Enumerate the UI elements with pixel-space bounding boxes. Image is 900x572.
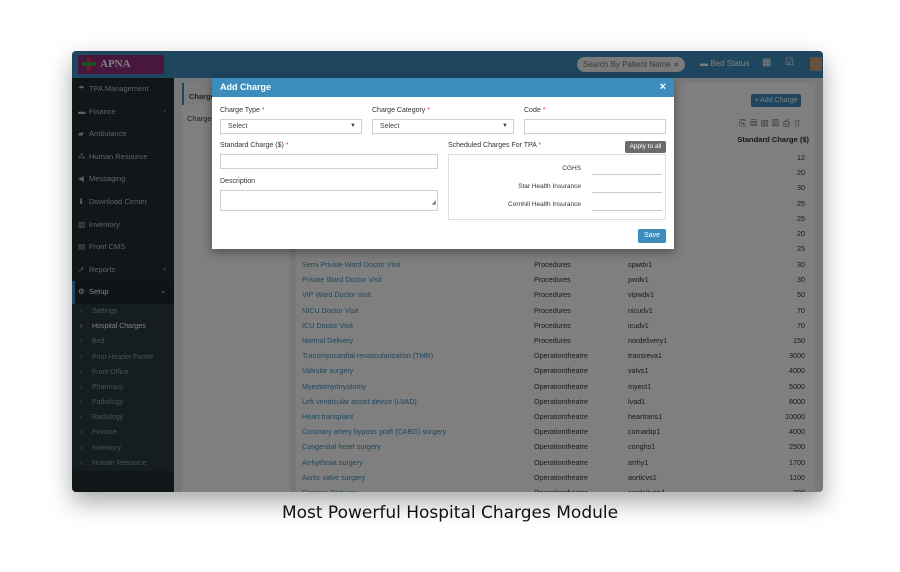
resize-handle-icon[interactable]: ◢ bbox=[431, 197, 436, 210]
standard-charge-label: Standard Charge ($) * bbox=[220, 142, 289, 149]
tpa-input-star-health[interactable] bbox=[592, 192, 662, 193]
dropdown-arrow-icon: ▼ bbox=[502, 123, 508, 129]
charge-category-label: Charge Category * bbox=[372, 107, 430, 114]
charge-category-select[interactable]: Select ▼ bbox=[372, 119, 514, 134]
tpa-input-cornhill[interactable] bbox=[592, 210, 662, 211]
charge-type-select[interactable]: Select ▼ bbox=[220, 119, 362, 134]
dropdown-arrow-icon: ▼ bbox=[350, 123, 356, 129]
tpa-input-cghs[interactable] bbox=[592, 174, 662, 175]
tpa-label-cghs: CGHS bbox=[562, 165, 581, 172]
tpa-label-cornhill: Cornhill Health Insurance bbox=[508, 201, 581, 208]
scheduled-charges-label: Scheduled Charges For TPA * bbox=[448, 142, 542, 149]
code-label: Code * bbox=[524, 107, 546, 114]
charge-type-label: Charge Type * bbox=[220, 107, 265, 114]
modal-header: Add Charge × bbox=[212, 78, 674, 97]
description-label: Description bbox=[220, 178, 256, 185]
close-icon[interactable]: × bbox=[660, 78, 666, 97]
save-button[interactable]: Save bbox=[638, 229, 666, 243]
tpa-charges-box: CGHS Star Health Insurance Cornhill Heal… bbox=[448, 154, 666, 220]
modal-title: Add Charge bbox=[220, 82, 272, 92]
code-input[interactable] bbox=[524, 119, 666, 134]
standard-charge-input[interactable] bbox=[220, 154, 438, 169]
tpa-label-star-health: Star Health Insurance bbox=[518, 183, 581, 190]
promo-caption: Most Powerful Hospital Charges Module bbox=[281, 503, 619, 523]
add-charge-modal: Add Charge × Charge Type * Select ▼ Charg… bbox=[212, 78, 674, 249]
description-textarea[interactable]: ◢ bbox=[220, 190, 438, 211]
apply-to-all-button[interactable]: Apply to all bbox=[625, 141, 666, 153]
